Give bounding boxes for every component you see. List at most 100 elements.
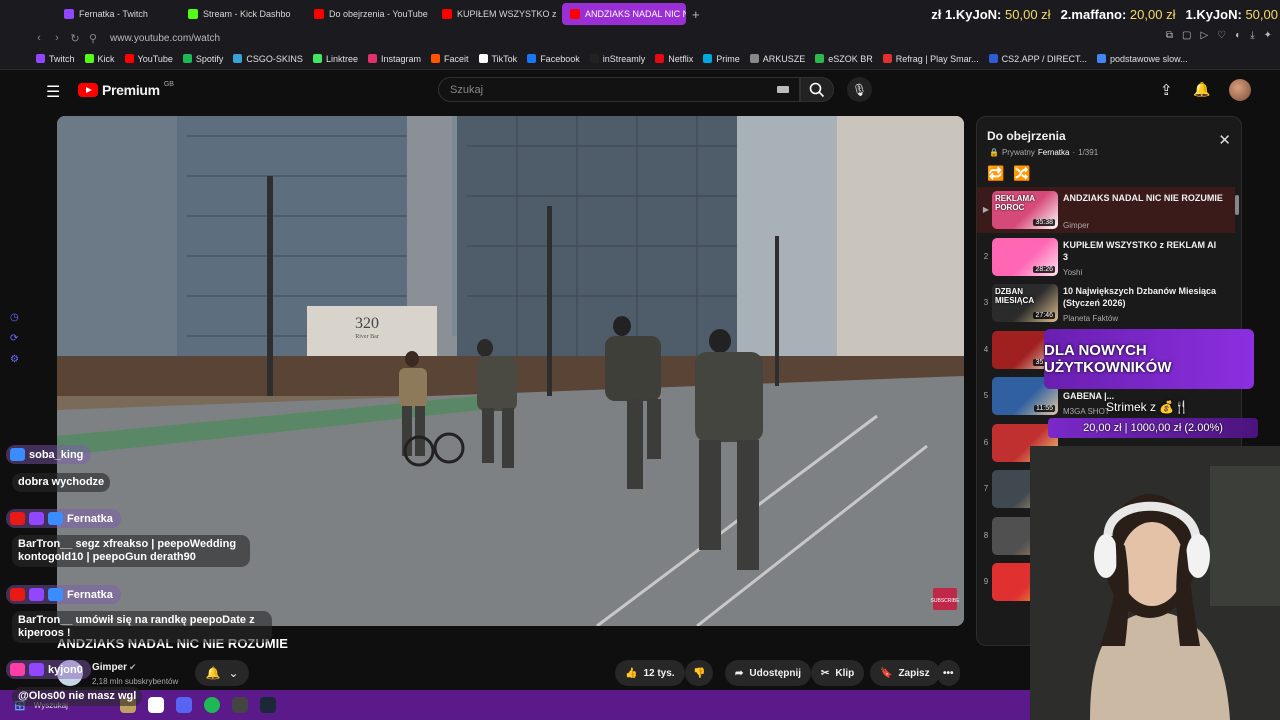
more-icon: ••• <box>943 667 954 679</box>
close-icon[interactable]: ✕ <box>1218 131 1231 149</box>
download-icon[interactable]: ⤓ <box>1250 30 1254 41</box>
browser-tab[interactable]: Do obejrzenia - YouTube <box>306 3 430 25</box>
chrome-icon[interactable] <box>231 697 248 713</box>
bookmark-youtube[interactable]: YouTube <box>124 54 173 64</box>
spotify-icon[interactable] <box>203 697 220 713</box>
loop-icon[interactable]: 🔁 <box>987 165 1004 182</box>
bookmark-label: eSZOK BR <box>828 53 873 64</box>
playlist-video-title: ANDZIAKS NADAL NIC NIE ROZUMIE <box>1063 193 1223 203</box>
ai-icon[interactable]: ✦ <box>1264 30 1272 41</box>
history-icon[interactable]: ◷ <box>10 312 19 323</box>
sub-badge-icon <box>29 512 44 525</box>
subscription-bell-button[interactable]: 🔔 ⌄ <box>195 660 249 686</box>
shuffle-icon[interactable]: 🔀 <box>1013 165 1030 182</box>
chat-message: BarTron__ segz xfreakso | peepoWedding k… <box>12 535 250 567</box>
forward-icon[interactable]: › <box>48 32 66 44</box>
extension-icon[interactable]: ◐ <box>1235 30 1241 41</box>
youtube-play-icon <box>78 83 98 97</box>
video-thumbnail[interactable]: DZBAN MIESIĄCA 27:46 <box>992 284 1058 322</box>
playlist-video-channel: Yoshi <box>1063 267 1083 277</box>
bell-icon: 🔔 <box>205 666 221 680</box>
bookmark-refrag-play-smar[interactable]: Refrag | Play Smar... <box>882 53 979 64</box>
upload-icon[interactable]: ⇪ <box>1160 81 1173 99</box>
bookmark-netflix[interactable]: Netflix <box>655 54 693 64</box>
clip-button[interactable]: ✂ Klip <box>811 660 865 686</box>
chevron-down-icon: ⌄ <box>228 666 239 680</box>
broadcaster-badge-icon <box>10 588 25 601</box>
goal-progress-bar: 20,00 zł | 1000,00 zł (2.00%) <box>1048 418 1258 438</box>
new-users-banner: DLA NOWYCH UŻYTKOWNIKÓW <box>1044 329 1254 389</box>
new-tab-icon[interactable]: + <box>692 7 700 22</box>
bookmark-facebook[interactable]: Facebook <box>527 54 580 64</box>
playlist-owner[interactable]: Fernatka <box>1038 148 1070 157</box>
save-button[interactable]: 🔖 Zapisz <box>870 660 940 686</box>
broadcaster-badge-icon <box>10 512 25 525</box>
browser-tab[interactable]: Fernatka - Twitch <box>56 3 176 25</box>
search-button[interactable] <box>800 77 834 102</box>
video-thumbnail[interactable]: 28:26 <box>992 237 1058 276</box>
voice-search-button[interactable]: 🎙 <box>847 77 872 102</box>
back-icon[interactable]: ‹ <box>30 32 48 44</box>
browser-tab[interactable]: Stream - Kick Dashbo <box>180 3 302 25</box>
share-button[interactable]: ➦ Udostępnij <box>725 660 812 686</box>
scrollbar-thumb[interactable] <box>1235 195 1239 215</box>
channel-name[interactable]: Gimper <box>92 662 127 673</box>
app-icon[interactable] <box>147 697 164 713</box>
donation-rank: 2. <box>1060 6 1072 22</box>
discord-icon[interactable] <box>175 697 192 713</box>
playlist-index: 9 <box>983 577 989 586</box>
bookmark-csgo-skins[interactable]: CSGO-SKINS <box>233 54 303 64</box>
chat-message: dobra wychodze <box>12 473 111 492</box>
like-button[interactable]: 👍 12 tys. <box>615 660 685 686</box>
playlist-video-channel: Gimper <box>1063 221 1090 230</box>
donation-amount: 50,00 <box>1245 6 1278 22</box>
tab-label: Fernatka - Twitch <box>79 9 148 19</box>
bookmark-cs2-app-direct[interactable]: CS2.APP / DIRECT... <box>988 54 1087 64</box>
account-avatar[interactable] <box>1229 79 1251 101</box>
search-input[interactable]: Szukaj <box>438 77 800 102</box>
bookmark-label: Prime <box>716 53 740 64</box>
browser-toolbar-icons: ⧉ ▢ ▷ ♡ ◐ ⤓ ✦ <box>1166 30 1272 41</box>
playlist-video-title: 10 Największych Dzbanów Miesiąca (Stycze… <box>1063 286 1217 308</box>
bookmark-label: Refrag | Play Smar... <box>895 53 979 64</box>
bookmark-spotify[interactable]: Spotify <box>182 54 223 64</box>
media-icon[interactable]: ▷ <box>1200 30 1208 41</box>
bookmark-instreamly[interactable]: inStreamly <box>589 54 645 64</box>
bookmark-prime[interactable]: Prime <box>703 54 740 64</box>
screenshot-icon[interactable]: ⧉ <box>1166 30 1173 41</box>
bookmark-linktree[interactable]: Linktree <box>312 54 358 64</box>
bookmark-faceit[interactable]: Faceit <box>431 54 469 64</box>
browser-tab-active[interactable]: ANDZIAKS NADAL NIC NI <box>562 3 686 25</box>
bookmark-tiktok[interactable]: TikTok <box>478 54 517 64</box>
tab-search-icon[interactable]: ▢ <box>1182 30 1191 41</box>
bookmark-twitch[interactable]: Twitch <box>36 54 75 64</box>
bookmark-label: Twitch <box>49 53 75 64</box>
bookmark-kick[interactable]: Kick <box>84 54 115 64</box>
video-thumbnail[interactable]: REKLAMA POROC 35:38 <box>992 191 1058 229</box>
bookmark-eszok-br[interactable]: eSZOK BR <box>815 54 873 64</box>
keyboard-icon[interactable] <box>777 86 789 93</box>
bookmark-arkusze[interactable]: ARKUSZE <box>749 54 805 64</box>
notifications-icon[interactable]: 🔔 <box>1193 81 1210 98</box>
hamburger-menu-icon[interactable]: ☰ <box>46 82 60 102</box>
playlist-item-current[interactable]: ▶ REKLAMA POROC 35:38 ANDZIAKS NADAL NIC NI… <box>977 187 1235 233</box>
more-actions-button[interactable]: ••• <box>937 660 960 686</box>
url-field[interactable]: www.youtube.com/watch <box>110 33 220 44</box>
chat-user-name: Fernatka <box>67 512 113 525</box>
playlist-item[interactable]: 3 DZBAN MIESIĄCA 27:46 10 Największych Dzba… <box>977 280 1235 326</box>
bookmark-label: Facebook <box>540 53 580 64</box>
playlist-privacy: Prywatny <box>1001 148 1035 157</box>
reload-icon[interactable]: ↻ <box>66 32 84 45</box>
site-info-icon[interactable]: ⚲ <box>84 32 102 45</box>
settings-icon[interactable]: ⚙ <box>10 354 19 365</box>
playlist-item[interactable]: 2 28:26 KUPIŁEM WSZYSTKO z REKLAM AI 3 Yosh… <box>977 234 1235 280</box>
sync-icon[interactable]: ⟳ <box>10 333 19 344</box>
favorite-icon[interactable]: ♡ <box>1217 30 1226 41</box>
steam-icon[interactable] <box>259 697 276 713</box>
bookmark-instagram[interactable]: Instagram <box>367 54 421 64</box>
dislike-button[interactable]: 👎 <box>685 660 714 686</box>
youtube-logo[interactable]: Premium GB <box>78 81 174 98</box>
browser-tab[interactable]: KUPIŁEM WSZYSTKO z R <box>434 3 558 25</box>
bookmark-podstawowe-slow[interactable]: podstawowe slow... <box>1097 54 1188 64</box>
heart-badge-icon <box>10 663 25 676</box>
